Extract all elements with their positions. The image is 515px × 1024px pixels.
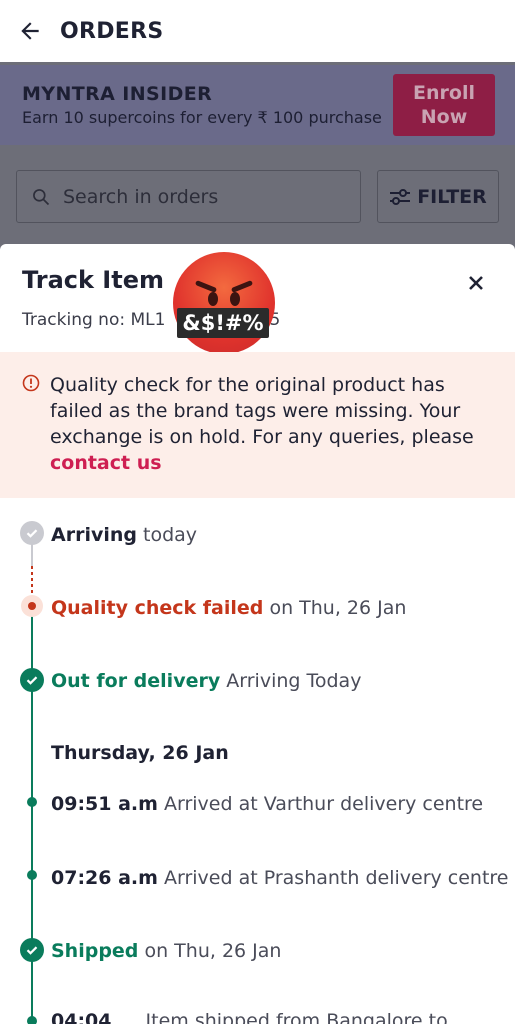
event-time: 09:51 a.m [51,793,158,815]
insider-title: MYNTRA INSIDER [22,83,213,105]
angry-face-icon: &$!#% [173,252,275,354]
search-placeholder: Search in orders [63,185,219,208]
timeline-detail: on Thu, 26 Jan [269,597,407,619]
enroll-now-button[interactable]: Enroll Now [393,74,495,136]
page-title: ORDERS [60,18,164,44]
timeline-status: Quality check failed [51,597,264,619]
timeline-date-heading: Thursday, 26 Jan [51,742,229,764]
close-icon [469,276,483,290]
contact-us-link[interactable]: contact us [50,452,162,474]
sliders-icon [390,188,411,205]
alert-circle-icon [22,374,40,392]
timeline-detail: on Thu, 26 Jan [144,940,282,962]
timeline-dot-green [27,1016,37,1024]
timeline-dot-green [27,870,37,880]
emoji-brow-left [194,280,218,293]
timeline-detail: today [143,524,198,546]
search-row: Search in orders FILTER [16,170,499,223]
arrow-left-icon [21,22,39,40]
insider-banner: MYNTRA INSIDER Earn 10 supercoins for ev… [0,65,515,145]
filter-button[interactable]: FILTER [377,170,499,223]
event-detail: Item shipped from Bangalore to [145,1010,448,1024]
qc-failed-alert: Quality check for the original product h… [0,352,515,498]
enroll-label-line1: Enroll [413,82,475,104]
timeline-dot-green [27,797,37,807]
event-time: 04:04 [51,1010,112,1024]
search-input[interactable]: Search in orders [16,170,361,223]
sheet-title: Track Item [22,266,164,294]
alert-message: Quality check for the original product h… [50,372,493,476]
enroll-label-line2: Now [420,106,468,128]
back-button[interactable] [0,0,60,62]
emoji-brow-right [230,280,254,293]
close-button[interactable] [465,272,487,294]
app-bar: ORDERS [0,0,515,62]
timeline-status: Arriving [51,524,137,546]
check-circle-gray-icon [20,521,44,545]
emoji-eye-right [230,292,240,306]
timeline-event: 04:04 Item shipped from Bangalore to [51,1010,448,1024]
search-icon [33,188,50,205]
alert-text: Quality check for the original product h… [50,374,474,448]
tracking-prefix: Tracking no: ML1 [22,310,166,330]
timeline-qc-failed: Quality check failed on Thu, 26 Jan [51,597,406,619]
timeline-dot-red-core [28,602,36,610]
event-detail: Arrived at Varthur delivery centre [163,793,484,815]
censor-label: &$!#% [177,308,269,338]
timeline-status: Out for delivery [51,670,221,692]
check-circle-green-icon [20,668,44,692]
filter-label: FILTER [417,185,487,208]
timeline-status: Shipped [51,940,139,962]
emoji-eye-left [208,292,218,306]
insider-subtitle: Earn 10 supercoins for every ₹ 100 purch… [22,108,382,127]
timeline-arriving: Arriving today [51,524,197,546]
timeline-event: 07:26 a.m Arrived at Prashanth delivery … [51,867,509,889]
timeline-shipped: Shipped on Thu, 26 Jan [51,940,281,962]
timeline-out-for-delivery: Out for delivery Arriving Today [51,670,361,692]
track-item-sheet: Track Item Tracking no: ML1 5 &$!#% Quali… [0,244,515,1024]
timeline-detail: Arriving Today [226,670,362,692]
event-detail: Arrived at Prashanth delivery centre [163,867,509,889]
event-time: 07:26 a.m [51,867,158,889]
check-circle-green-icon [20,938,44,962]
date-heading: Thursday, 26 Jan [51,742,229,764]
timeline-event: 09:51 a.m Arrived at Varthur delivery ce… [51,793,483,815]
